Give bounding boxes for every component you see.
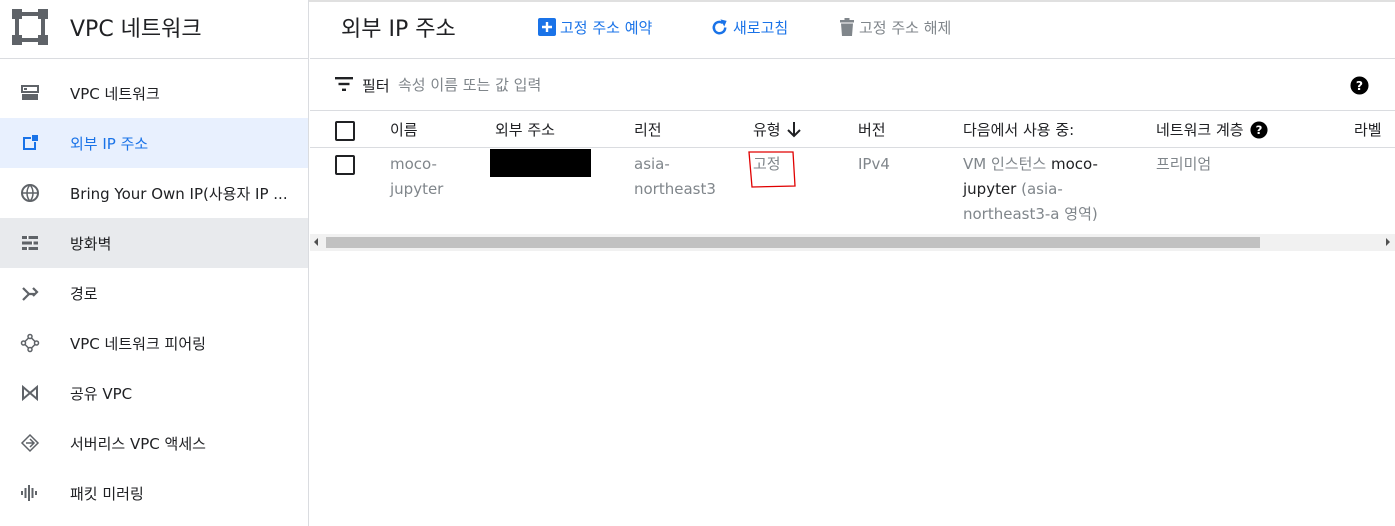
sidebar-title: VPC 네트워크 <box>70 17 202 42</box>
refresh-label: 새로고침 <box>733 18 789 37</box>
firewall-icon <box>22 236 38 250</box>
release-static-address-button[interactable]: 고정 주소 해제 <box>839 15 951 39</box>
column-header-labels[interactable]: 라벨 <box>1354 119 1382 140</box>
select-all-checkbox[interactable] <box>335 121 355 141</box>
sidebar-item-shared-vpc[interactable]: 공유 VPC <box>0 368 308 418</box>
in-use-by-zone: (asia- <box>1016 180 1063 198</box>
vpc-network-icon <box>21 85 39 100</box>
horizontal-scrollbar[interactable] <box>310 234 1395 251</box>
sidebar-item-label: 외부 IP 주소 <box>70 135 149 153</box>
column-header-network-tier[interactable]: 네트워크 계층 ? <box>1156 119 1268 140</box>
column-header-network-tier-label: 네트워크 계층 <box>1156 121 1244 139</box>
cell-region-line: asia- <box>634 155 670 173</box>
cell-in-use-by: VM 인스턴스 moco- jupyter (asia- northeast3-… <box>963 152 1098 227</box>
peering-icon <box>20 333 40 353</box>
external-ip-icon <box>23 135 38 150</box>
refresh-icon <box>712 18 727 34</box>
external-ip-table: 이름 외부 주소 리전 유형 버전 다음에서 사용 중: 네트워크 계층 ? 라… <box>310 111 1395 234</box>
routes-icon <box>22 287 39 301</box>
sidebar-item-label: 공유 VPC <box>70 385 133 403</box>
column-header-external-address[interactable]: 외부 주소 <box>495 119 555 140</box>
serverless-icon <box>20 433 40 453</box>
column-header-name[interactable]: 이름 <box>390 119 418 140</box>
cell-name-line: jupyter <box>390 180 444 198</box>
sidebar-item-packet-mirroring[interactable]: 패킷 미러링 <box>0 468 308 518</box>
cell-region: asia- northeast3 <box>634 152 716 202</box>
page-title: 외부 IP 주소 <box>341 17 456 42</box>
add-box-icon <box>538 18 556 36</box>
table-row: moco- jupyter asia- northeast3 고정 IPv4 V… <box>310 148 1395 234</box>
row-checkbox[interactable] <box>335 155 355 175</box>
sidebar-item-serverless[interactable]: 서버리스 VPC 액세스 <box>0 418 308 468</box>
shared-vpc-icon <box>22 384 38 402</box>
vm-instance-link[interactable]: moco- <box>1051 155 1098 173</box>
vpc-logo-icon <box>12 9 48 45</box>
column-header-in-use-by[interactable]: 다음에서 사용 중: <box>963 119 1074 140</box>
packet-mirroring-icon <box>21 485 37 501</box>
sidebar-item-label: VPC 네트워크 피어링 <box>70 335 206 353</box>
redacted-external-address <box>490 149 591 177</box>
in-use-by-prefix: VM 인스턴스 <box>963 155 1051 173</box>
filter-bar: 필터 ? <box>310 60 1395 111</box>
filter-label: 필터 <box>362 77 390 95</box>
trash-icon <box>840 18 854 36</box>
release-static-address-label: 고정 주소 해제 <box>859 18 952 37</box>
red-annotation-outline <box>748 151 796 188</box>
sidebar-item-peering[interactable]: VPC 네트워크 피어링 <box>0 318 308 368</box>
sidebar-item-label: 경로 <box>70 285 98 303</box>
sidebar-item-label: VPC 네트워크 <box>70 85 160 103</box>
sidebar-item-external-ip[interactable]: 외부 IP 주소 <box>0 118 308 168</box>
globe-icon <box>21 184 39 202</box>
main-panel: 외부 IP 주소 고정 주소 예약 새로고침 고정 주소 해제 필터 속성 이름… <box>310 0 1395 526</box>
filter-input[interactable] <box>398 72 998 98</box>
reserve-static-address-button[interactable]: 고정 주소 예약 <box>538 15 652 39</box>
column-header-version[interactable]: 버전 <box>858 119 886 140</box>
help-icon[interactable]: ? <box>1250 120 1268 139</box>
main-header: 외부 IP 주소 고정 주소 예약 새로고침 고정 주소 해제 <box>310 0 1395 59</box>
sidebar-header: VPC 네트워크 <box>0 0 309 59</box>
cell-name[interactable]: moco- jupyter <box>390 152 443 202</box>
column-header-type-label: 유형 <box>753 121 781 139</box>
scroll-right-arrow-icon[interactable] <box>1386 238 1390 246</box>
sidebar-item-label: 방화벽 <box>70 235 112 253</box>
cell-region-line: northeast3 <box>634 180 716 198</box>
cell-version: IPv4 <box>858 155 890 173</box>
sidebar-item-routes[interactable]: 경로 <box>0 268 308 318</box>
refresh-button[interactable]: 새로고침 <box>710 15 788 39</box>
sidebar: VPC 네트워크 VPC 네트워크 외부 IP 주소 Bring Your Ow… <box>0 0 309 526</box>
sidebar-item-vpc-network[interactable]: VPC 네트워크 <box>0 68 308 118</box>
column-header-region[interactable]: 리전 <box>634 119 662 140</box>
filter-icon <box>335 77 353 91</box>
column-header-type[interactable]: 유형 <box>753 119 801 140</box>
sidebar-item-byoip[interactable]: Bring Your Own IP(사용자 IP ... <box>0 168 308 218</box>
help-icon[interactable]: ? <box>1350 76 1369 95</box>
scroll-left-arrow-icon[interactable] <box>314 238 318 246</box>
vm-instance-link-cont[interactable]: jupyter <box>963 180 1016 198</box>
svg-text:?: ? <box>1255 123 1262 137</box>
sidebar-item-label: Bring Your Own IP(사용자 IP ... <box>70 185 288 203</box>
arrow-down-icon <box>786 121 801 137</box>
cell-network-tier: 프리미엄 <box>1156 155 1212 173</box>
svg-text:?: ? <box>1356 79 1363 93</box>
scrollbar-thumb[interactable] <box>326 237 1260 248</box>
sidebar-item-label: 패킷 미러링 <box>70 485 144 503</box>
sidebar-item-label: 서버리스 VPC 액세스 <box>70 435 206 453</box>
reserve-static-address-label: 고정 주소 예약 <box>560 18 653 37</box>
table-header: 이름 외부 주소 리전 유형 버전 다음에서 사용 중: 네트워크 계층 ? 라… <box>310 111 1395 148</box>
sidebar-item-firewall[interactable]: 방화벽 <box>0 218 308 268</box>
in-use-by-zone-cont: northeast3-a 영역) <box>963 205 1098 223</box>
cell-name-line: moco- <box>390 155 437 173</box>
